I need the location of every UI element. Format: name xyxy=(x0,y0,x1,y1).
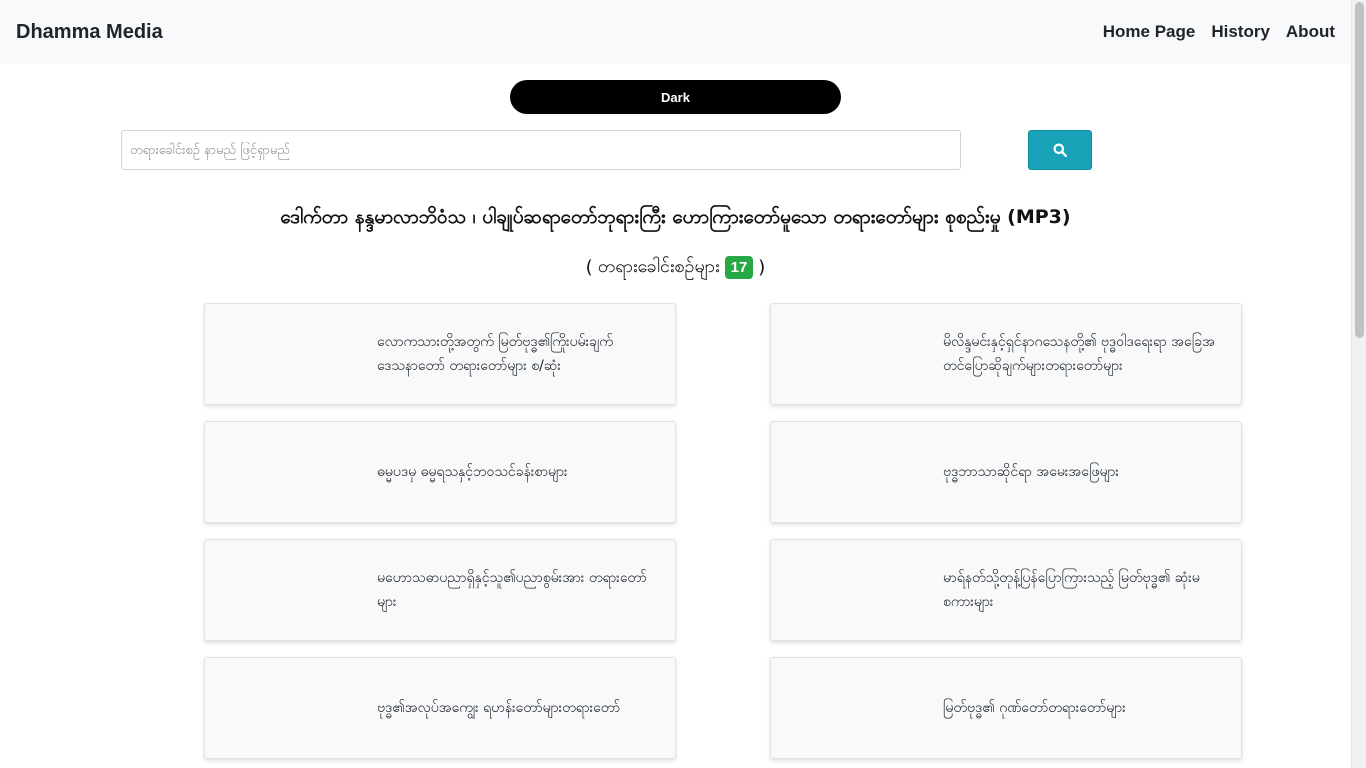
topic-card-title: မာရ်နတ်သို့တုန့်ပြန်ပြောကြားသည့် မြတ်ဗုဒ… xyxy=(943,570,1200,610)
count-open-paren: ( xyxy=(585,257,593,278)
nav-link-history[interactable]: History xyxy=(1211,22,1270,42)
scrollbar-thumb[interactable] xyxy=(1355,2,1364,338)
navbar: Dhamma Media Home Page History About xyxy=(0,0,1351,64)
topic-card-title: ဓမ္မပဒမှ ဓမ္မရသနှင့်ဘဝသင်ခန်းစာများ xyxy=(377,464,568,480)
topic-card[interactable]: မာရ်နတ်သို့တုန့်ပြန်ပြောကြားသည့် မြတ်ဗုဒ… xyxy=(770,539,1242,641)
search-button[interactable] xyxy=(1028,130,1092,170)
dark-mode-toggle-button[interactable]: Dark xyxy=(510,80,841,114)
count-label: တရားခေါင်းစဉ်များ xyxy=(597,256,720,277)
search-input[interactable] xyxy=(121,130,961,170)
topic-card-title: မြတ်ဗုဒ္ဓ၏ ဂုဏ်တော်တရားတော်များ xyxy=(943,700,1126,716)
topic-card[interactable]: ဗုဒ္ဓ၏အလုပ်အကျွေး ရဟန်းတော်များတရားတော် xyxy=(204,657,676,759)
topic-card-title: လောကသားတို့အတွက် မြတ်ဗုဒ္ဓ၏ကြိုးပမ်းချက်… xyxy=(377,334,613,374)
topic-card[interactable]: မိလိန္ဒမင်းနှင့်ရှင်နာဂသေနတို့၏ ဗုဒ္ဓဝါဒ… xyxy=(770,303,1242,405)
topic-card[interactable]: ဓမ္မပဒမှ ဓမ္မရသနှင့်ဘဝသင်ခန်းစာများ xyxy=(204,421,676,523)
topic-card-title: ဗုဒ္ဓ၏အလုပ်အကျွေး ရဟန်းတော်များတရားတော် xyxy=(377,700,621,716)
count-badge: 17 xyxy=(724,256,754,279)
nav-link-about[interactable]: About xyxy=(1286,22,1335,42)
topic-card-title: ဗုဒ္ဓဘာသာဆိုင်ရာ အမေးအဖြေများ xyxy=(943,464,1119,480)
nav-links: Home Page History About xyxy=(1103,22,1335,42)
count-close-paren: ) xyxy=(758,257,766,278)
brand-logo[interactable]: Dhamma Media xyxy=(16,21,163,44)
topic-count: ( တရားခေါင်းစဉ်များ 17 ) xyxy=(0,254,1351,281)
page-scrollbar[interactable] xyxy=(1351,0,1366,768)
topic-card[interactable]: မြတ်ဗုဒ္ဓ၏ ဂုဏ်တော်တရားတော်များ xyxy=(770,657,1242,759)
nav-link-home[interactable]: Home Page xyxy=(1103,22,1196,42)
topic-card[interactable]: မဟောသဓာပညာရှိနှင့်သူ၏ပညာစွမ်းအား တရားတော… xyxy=(204,539,676,641)
topic-card[interactable]: လောကသားတို့အတွက် မြတ်ဗုဒ္ဓ၏ကြိုးပမ်းချက်… xyxy=(204,303,676,405)
topic-card-title: မဟောသဓာပညာရှိနှင့်သူ၏ပညာစွမ်းအား တရားတော… xyxy=(377,570,647,610)
topic-card-title: မိလိန္ဒမင်းနှင့်ရှင်နာဂသေနတို့၏ ဗုဒ္ဓဝါဒ… xyxy=(943,334,1215,374)
search-icon xyxy=(1053,143,1067,157)
topic-card[interactable]: ဗုဒ္ဓဘာသာဆိုင်ရာ အမေးအဖြေများ xyxy=(770,421,1242,523)
page-title: ဒေါက်တာ နန္ဒမာလာဘိဝံသ ၊ ပါချုပ်ဆရာတော်ဘု… xyxy=(280,206,1071,228)
